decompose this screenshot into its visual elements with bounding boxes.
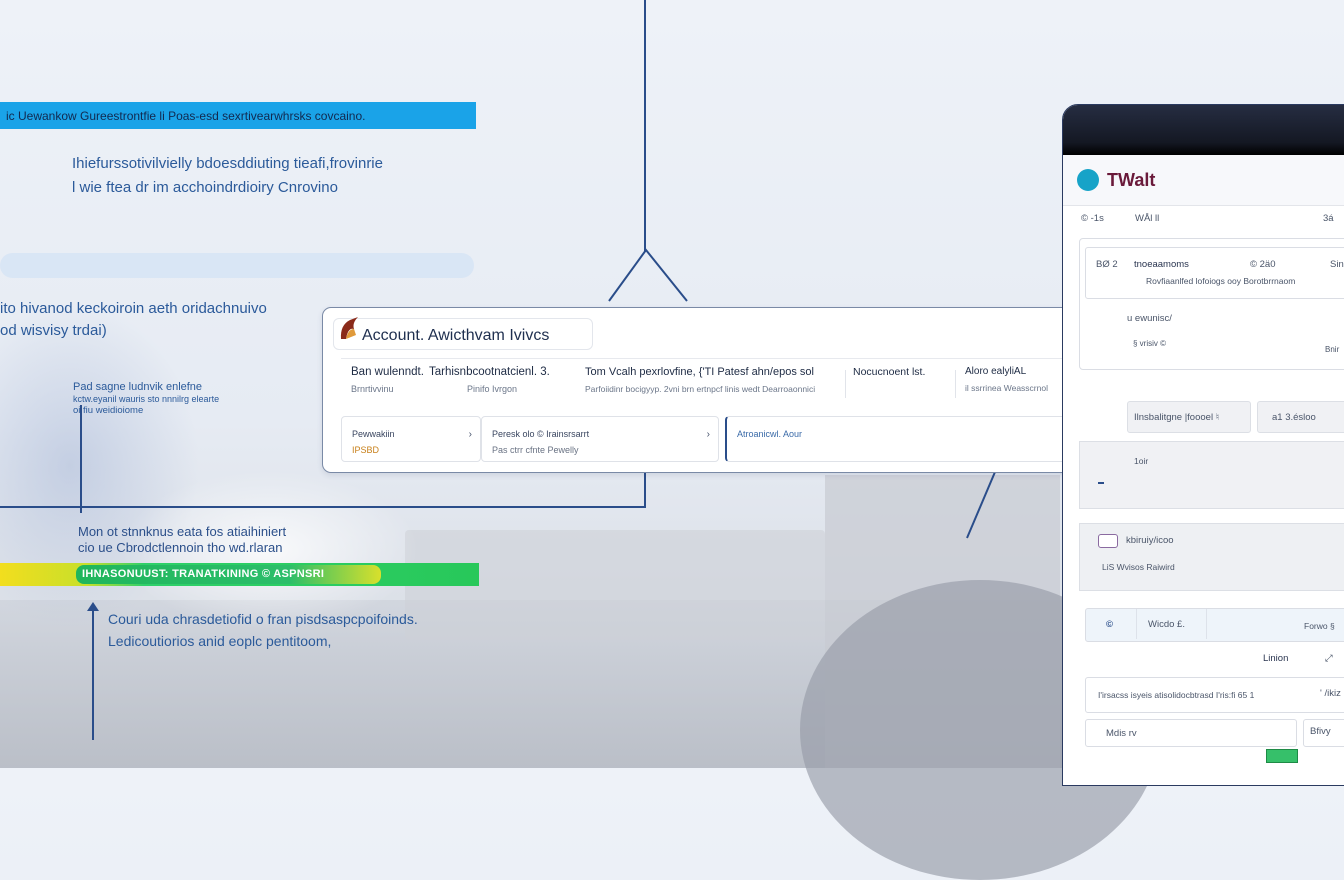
column-3: Nocucnoent lst. <box>853 366 926 378</box>
text-field[interactable]: I'irsacss isyeis atisolidocbtrasd I'ris:… <box>1085 677 1344 713</box>
menu-item[interactable]: Mdis rv <box>1085 719 1297 747</box>
account-columns: Ban wulenndt. Brnrtivvinu Tarhisnbcootna… <box>341 366 1117 406</box>
green-banner-text: IHNASONUUST: TRANATKINING © ASPNSRI <box>82 568 325 580</box>
action-button-0[interactable]: Ilnsbalitgne |foooel ♮ <box>1127 401 1251 433</box>
tab-0[interactable]: © <box>1086 609 1137 639</box>
mid-text: ito hivanod keckoiroin aeth oridachnuivo… <box>0 300 267 339</box>
status-badge <box>1266 749 1298 763</box>
column-1: Tarhisnbcootnatcienl. 3. Pinifo Ivrgon <box>429 366 550 394</box>
green-banner: IHNASONUUST: TRANATKINING © ASPNSRI <box>0 563 479 586</box>
brand-name: TWalt <box>1107 170 1156 190</box>
toolbar-item-0[interactable]: © -1s <box>1081 213 1104 224</box>
brand-logo-icon <box>1077 169 1099 191</box>
bottom-text: Couri uda chrasdetiofid o fran pisdsaspc… <box>108 611 418 649</box>
toolbar-item-1[interactable]: WÅl ll <box>1135 213 1159 224</box>
side-button[interactable]: Bfivy <box>1303 719 1344 747</box>
grey-section: 1oir <box>1079 441 1344 509</box>
tag-icon <box>1098 534 1118 548</box>
tab-2[interactable]: Forwo § <box>1304 621 1335 631</box>
account-logo-icon <box>340 317 358 339</box>
banner-bar: ic Uewankow Gureestrontfie li Poas-esd s… <box>0 102 476 129</box>
pill-bar <box>0 253 474 278</box>
tile-2[interactable]: Atroanicwl. Aour <box>725 416 1118 462</box>
account-card: Account. Awicthvam Ivivcs Ban wulenndt. … <box>322 307 1134 473</box>
list-row-3[interactable]: kbiruiy/icoo LiS Wvisos Raiwird <box>1079 523 1344 591</box>
connector-chevron <box>608 248 688 302</box>
tab-bar: © Wicdo £. Forwo § <box>1085 608 1344 642</box>
small-text: Pad sagne ludnvik enlefne kctw.eyanil wa… <box>73 381 220 416</box>
connector-line-top <box>644 0 646 252</box>
connector-line-card <box>644 470 646 508</box>
account-card-header: Account. Awicthvam Ivivcs <box>333 317 593 350</box>
column-2: Tom Vcalh pexrlovfine, {'TI Patesf ahn/e… <box>585 366 816 394</box>
app-titlebar <box>1063 105 1344 155</box>
tab-1[interactable]: Wicdo £. <box>1136 609 1207 639</box>
chevron-right-icon: › <box>706 429 710 440</box>
column-0: Ban wulenndt. Brnrtivvinu <box>351 366 424 394</box>
account-card-title: Account. Awicthvam Ivivcs <box>362 327 550 344</box>
banner-text: ic Uewankow Gureestrontfie li Poas-esd s… <box>6 109 366 123</box>
column-4: Aloro ealyliAL il ssrrinea Weasscrnol <box>965 366 1048 393</box>
expand-icon[interactable]: ⤢ <box>1325 653 1333 664</box>
connector-line-bottom <box>92 608 94 740</box>
row2-sub: § vrisiv © <box>1133 339 1167 348</box>
list-row-1[interactable]: BØ 2 tnoeaamoms © 2ä0 Sin Rovfiaanlfed l… <box>1085 247 1344 299</box>
action-button-1[interactable]: a1 3.ésloo <box>1257 401 1344 433</box>
connector-line-horizontal <box>0 506 646 508</box>
lower-text: Mon ot stnnknus eata fos atiaihiniert ci… <box>78 524 287 555</box>
app-header: TWalt <box>1063 155 1344 206</box>
connector-line-left <box>80 405 82 513</box>
connector-diagonal <box>966 471 996 539</box>
heading-text: Ihiefurssotivilvielly bdoesddiuting tiea… <box>72 155 383 196</box>
chevron-right-icon: › <box>468 429 472 440</box>
app-window: TWalt © -1s WÅl ll 3á BØ 2 tnoeaamoms © … <box>1062 104 1344 786</box>
tile-0[interactable]: Pewwakiin IPSBD › <box>341 416 481 462</box>
arrow-up-icon <box>87 602 99 611</box>
row2-label: u ewunisc/ <box>1127 313 1172 324</box>
toolbar-item-2[interactable]: 3á <box>1323 213 1334 224</box>
section-title: Linion <box>1263 653 1289 664</box>
row2-extra: Bnir <box>1325 345 1340 354</box>
tile-1[interactable]: Peresk olo © Irainsrsarrt Pas ctrr cfnte… <box>481 416 719 462</box>
